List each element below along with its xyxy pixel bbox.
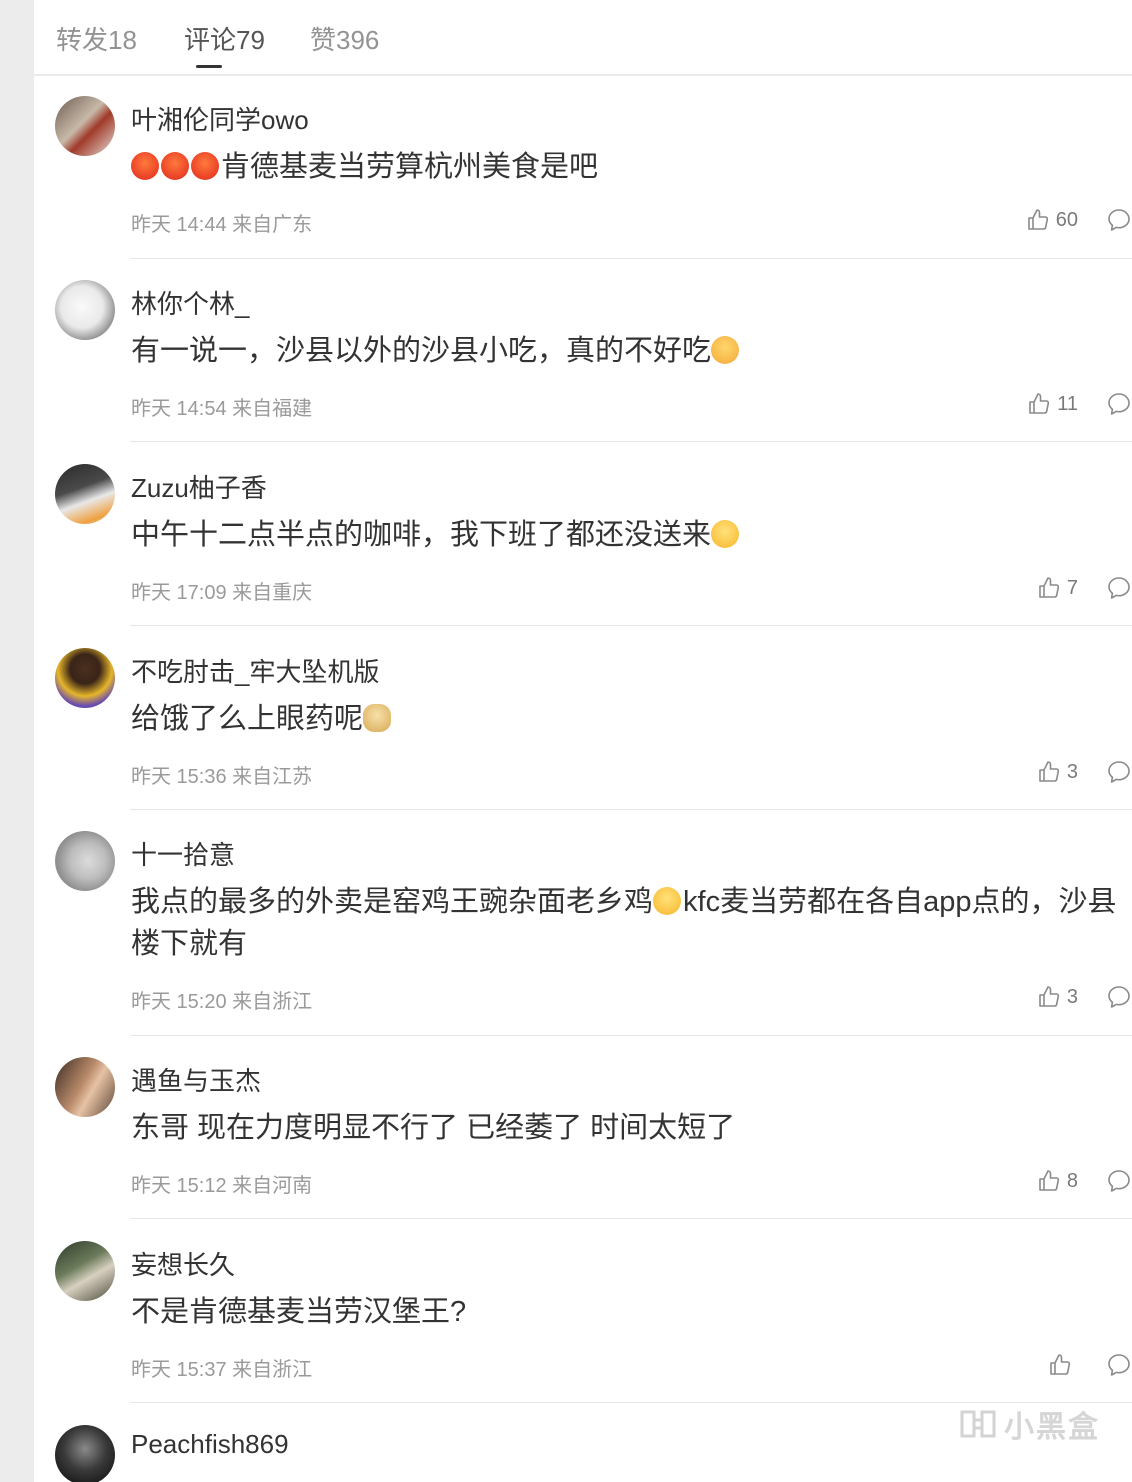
username[interactable]: Zuzu柚子香 [131, 468, 267, 505]
comment-meta: 昨天 17:09 来自重庆 [131, 582, 313, 604]
comment-text: 我点的最多的外卖是窑鸡王豌杂面老乡鸡 kfc麦当劳都在各自app点的，沙县楼下就有 [131, 881, 1126, 965]
avatar[interactable] [55, 280, 115, 340]
like-count: 11 [1057, 392, 1078, 415]
comment-text: 肯德基麦当劳算杭州美食是吧 [131, 146, 1126, 188]
reply-icon[interactable] [1106, 759, 1132, 785]
comment-meta: 昨天 14:54 来自福建 [131, 398, 313, 420]
like-count: 60 [1055, 208, 1078, 231]
like-count: 3 [1066, 760, 1078, 783]
comment-text: 不是肯德基麦当劳汉堡王? [131, 1291, 1126, 1333]
tab-reposts[interactable]: 转发18 [56, 20, 137, 57]
tab-likes[interactable]: 赞396 [310, 20, 379, 57]
thumbs-up-icon [1039, 986, 1060, 1007]
divider [130, 809, 1132, 810]
username[interactable]: 遇鱼与玉杰 [131, 1061, 261, 1098]
avatar[interactable] [55, 1057, 115, 1117]
angry-emoji-icon [131, 152, 159, 180]
avatar[interactable] [55, 831, 115, 891]
avatar[interactable] [55, 648, 115, 708]
tab-bar: 转发18 评论79 赞396 [34, 0, 1132, 76]
thumbs-up-icon [1027, 209, 1048, 230]
like-button[interactable]: 3 [1037, 758, 1078, 786]
reply-icon[interactable] [1106, 207, 1132, 233]
thumbs-up-icon [1029, 393, 1050, 414]
divider [130, 625, 1132, 626]
reply-icon[interactable] [1106, 391, 1132, 417]
angry-emoji-icon [191, 152, 219, 180]
comment-meta: 昨天 15:37 来自浙江 [131, 1359, 313, 1381]
blush-emoji-icon [711, 336, 740, 364]
like-button[interactable]: 8 [1037, 1167, 1078, 1195]
comment-text: 给饿了么上眼药呢 [131, 698, 1126, 740]
thumbs-up-icon [1050, 1354, 1071, 1375]
comment-text-content: 有一说一，沙县以外的沙县小吃，真的不好吃 [131, 335, 712, 367]
reply-icon[interactable] [1106, 575, 1132, 601]
thumbs-up-icon [1039, 1170, 1060, 1191]
starry-eyed-emoji-icon [711, 520, 740, 548]
comment-text-content: 中午十二点半点的咖啡，我下班了都还没送来 [131, 519, 712, 551]
comment-text-content: 不是肯德基麦当劳汉堡王? [131, 1296, 467, 1328]
comment-meta: 昨天 15:12 来自河南 [131, 1175, 313, 1197]
avatar[interactable] [55, 1425, 115, 1482]
username[interactable]: 不吃肘击_牢大坠机版 [131, 652, 379, 689]
username[interactable]: 十一拾意 [131, 835, 235, 872]
laughing-tears-emoji-icon [653, 887, 682, 915]
username[interactable]: 叶湘伦同学owo [131, 100, 309, 137]
comment-text: 东哥 现在力度明显不行了 已经萎了 时间太短了 [131, 1107, 1126, 1149]
comment-text-content: 东哥 现在力度明显不行了 已经萎了 时间太短了 [131, 1112, 736, 1144]
thumbs-up-icon [1039, 577, 1060, 598]
comment-meta: 昨天 15:36 来自江苏 [131, 766, 313, 788]
avatar[interactable] [55, 96, 115, 156]
like-count: 8 [1066, 1169, 1078, 1192]
divider [130, 441, 1132, 442]
comment-text: 有一说一，沙县以外的沙县小吃，真的不好吃 [131, 330, 1126, 372]
active-tab-indicator [196, 65, 222, 68]
avatar[interactable] [55, 1241, 115, 1301]
like-count: 3 [1066, 985, 1078, 1008]
comments-panel: 转发18 评论79 赞396 叶湘伦同学owo 肯德基麦当劳算杭州美食是吧 昨天… [34, 0, 1132, 1482]
watermark: 小黑盒 [958, 1402, 1100, 1446]
watermark-logo-icon [960, 1410, 996, 1438]
reply-icon[interactable] [1106, 984, 1132, 1010]
comment-text-content: 肯德基麦当劳算杭州美食是吧 [221, 151, 599, 183]
comment-text-content: 给饿了么上眼药呢 [131, 703, 364, 735]
like-button[interactable]: 60 [1026, 206, 1078, 234]
thumbs-up-icon [1039, 761, 1060, 782]
tab-comments[interactable]: 评论79 [184, 20, 265, 57]
like-button[interactable]: 3 [1037, 983, 1078, 1011]
comment-text-content: 我点的最多的外卖是窑鸡王豌杂面老乡鸡 [131, 886, 654, 918]
doge-emoji-icon [363, 704, 392, 732]
like-button[interactable]: 7 [1037, 574, 1078, 602]
divider [130, 1218, 1132, 1219]
like-count: 7 [1066, 576, 1078, 599]
avatar[interactable] [55, 464, 115, 524]
reply-icon[interactable] [1106, 1168, 1132, 1194]
username[interactable]: 林你个林_ [131, 284, 249, 321]
angry-emoji-icon [161, 152, 189, 180]
like-button[interactable]: 11 [1027, 390, 1078, 418]
watermark-text: 小黑盒 [1004, 1411, 1100, 1444]
username[interactable]: Peachfish869 [131, 1429, 289, 1460]
divider [130, 1035, 1132, 1036]
reply-icon[interactable] [1106, 1352, 1132, 1378]
divider [130, 258, 1132, 259]
comment-meta: 昨天 15:20 来自浙江 [131, 991, 313, 1013]
comment-meta: 昨天 14:44 来自广东 [131, 214, 313, 236]
like-button[interactable] [1048, 1351, 1078, 1379]
username[interactable]: 妄想长久 [131, 1245, 235, 1282]
comment-text: 中午十二点半点的咖啡，我下班了都还没送来 [131, 514, 1126, 556]
